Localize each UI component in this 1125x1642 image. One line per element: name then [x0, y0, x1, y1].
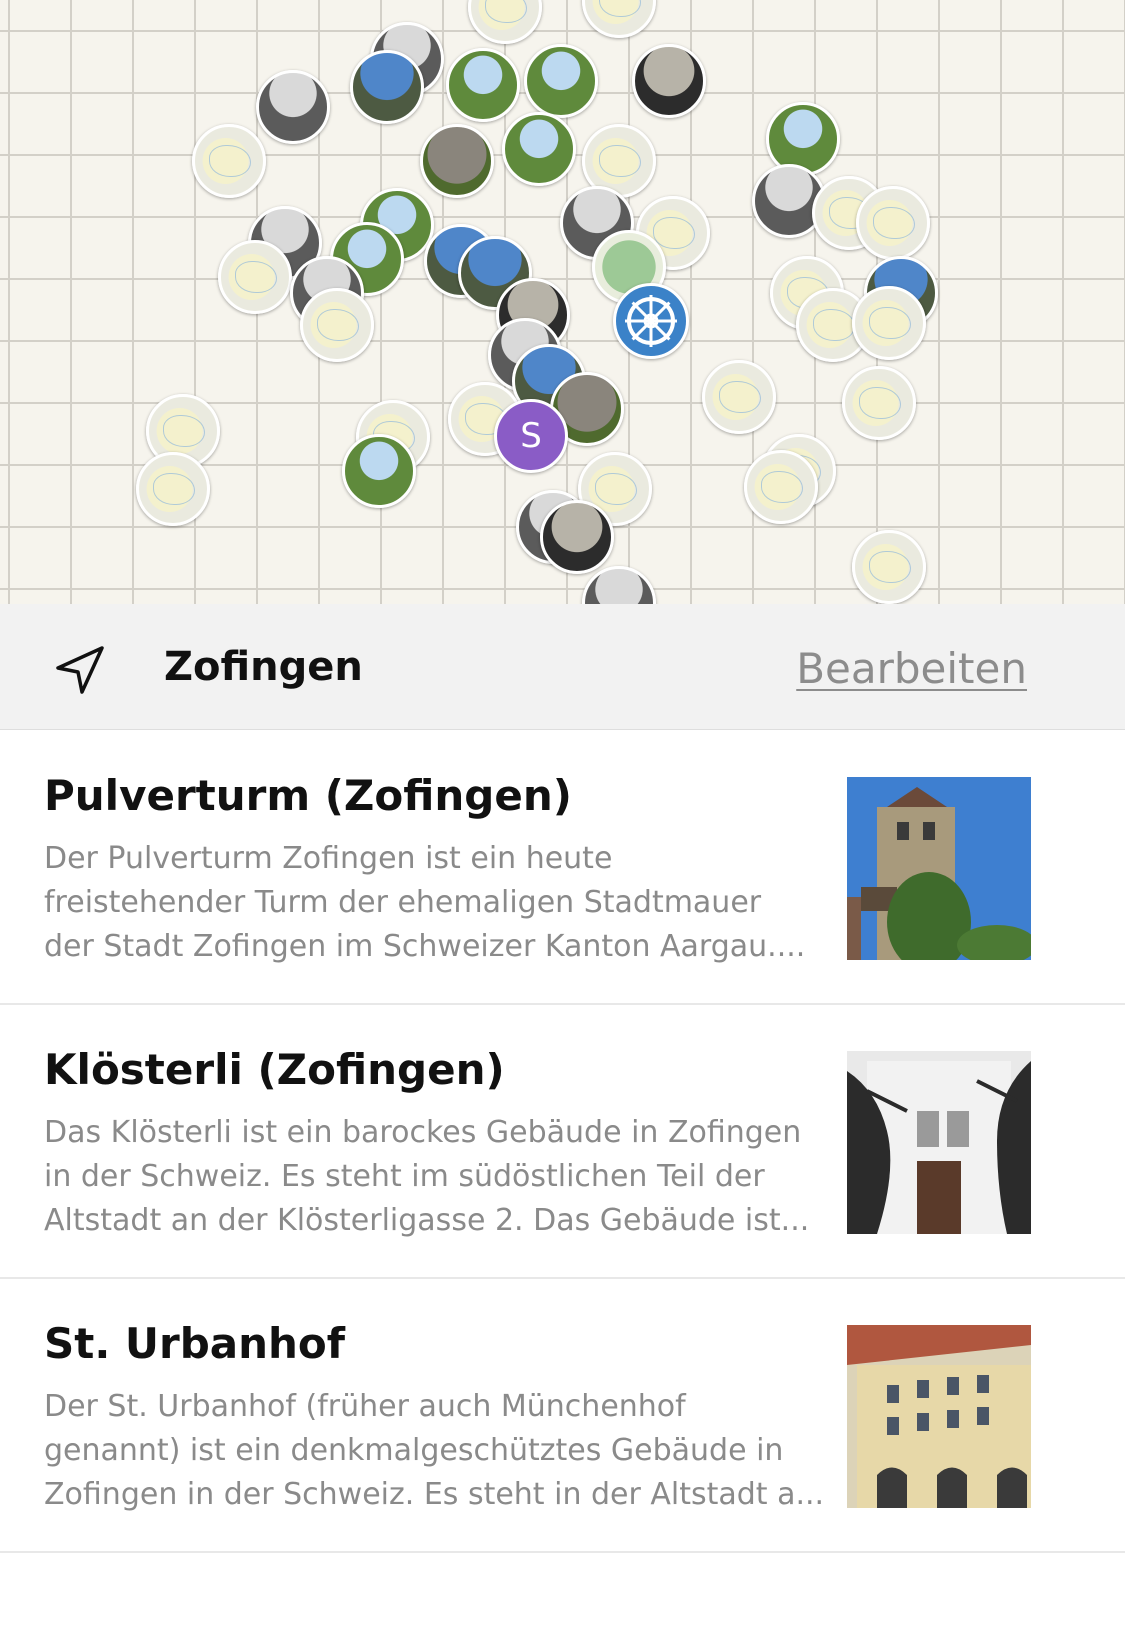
- article-description: Das Klösterli ist ein barockes Gebäude i…: [44, 1111, 824, 1243]
- user-cluster-pin[interactable]: S: [494, 399, 568, 473]
- map-pin[interactable]: [540, 500, 614, 574]
- description-line: in der Schweiz. Es steht im südöstlichen…: [44, 1159, 765, 1194]
- edit-button[interactable]: Bearbeiten: [796, 644, 1027, 693]
- map-pin[interactable]: [852, 530, 926, 604]
- map-pin[interactable]: [502, 112, 576, 186]
- map-pin[interactable]: [300, 288, 374, 362]
- article-thumbnail: [847, 777, 1031, 960]
- cluster-letter: S: [520, 416, 542, 456]
- article-title: St. Urbanhof: [44, 1319, 346, 1368]
- map-pin[interactable]: [446, 48, 520, 122]
- description-line: Zofingen in der Schweiz. Es steht in der…: [44, 1477, 824, 1512]
- map-pin[interactable]: [420, 124, 494, 198]
- description-line: genannt) ist ein denkmalgeschütztes Gebä…: [44, 1433, 784, 1468]
- map-pin[interactable]: [136, 452, 210, 526]
- description-line: Der Pulverturm Zofingen ist ein heute: [44, 841, 613, 876]
- map-pin[interactable]: [218, 240, 292, 314]
- map-pin[interactable]: [582, 0, 656, 38]
- description-line: Der St. Urbanhof (früher auch Münchenhof: [44, 1389, 686, 1424]
- article-thumbnail: [847, 1325, 1031, 1508]
- map-pin[interactable]: [852, 286, 926, 360]
- map-pin[interactable]: [192, 124, 266, 198]
- list-item[interactable]: Klösterli (Zofingen) Das Klösterli ist e…: [0, 1005, 1125, 1279]
- article-list: Pulverturm (Zofingen) Der Pulverturm Zof…: [0, 731, 1125, 1553]
- location-title: Zofingen: [164, 644, 363, 690]
- map-pin[interactable]: [842, 366, 916, 440]
- description-line: freistehender Turm der ehemaligen Stadtm…: [44, 885, 762, 920]
- map-pin[interactable]: [342, 434, 416, 508]
- map-view[interactable]: S: [0, 0, 1125, 630]
- article-title: Pulverturm (Zofingen): [44, 771, 572, 820]
- article-thumbnail: [847, 1051, 1031, 1234]
- list-item[interactable]: St. Urbanhof Der St. Urbanhof (früher au…: [0, 1279, 1125, 1553]
- map-pin[interactable]: [468, 0, 542, 44]
- list-item[interactable]: Pulverturm (Zofingen) Der Pulverturm Zof…: [0, 731, 1125, 1005]
- map-pin[interactable]: [632, 44, 706, 118]
- water-wheel-icon: [625, 295, 677, 347]
- article-description: Der St. Urbanhof (früher auch Münchenhof…: [44, 1385, 824, 1517]
- map-pin[interactable]: [744, 450, 818, 524]
- map-pin[interactable]: [702, 360, 776, 434]
- description-line: Das Klösterli ist ein barockes Gebäude i…: [44, 1115, 802, 1150]
- map-pin[interactable]: [856, 186, 930, 260]
- description-line: der Stadt Zofingen im Schweizer Kanton A…: [44, 929, 806, 964]
- map-pin[interactable]: [524, 44, 598, 118]
- map-pin[interactable]: [350, 50, 424, 124]
- article-description: Der Pulverturm Zofingen ist ein heute fr…: [44, 837, 824, 969]
- water-wheel-pin[interactable]: [613, 283, 689, 359]
- description-line: Altstadt an der Klösterligasse 2. Das Ge…: [44, 1203, 810, 1238]
- article-title: Klösterli (Zofingen): [44, 1045, 505, 1094]
- navigation-arrow-icon[interactable]: [52, 642, 108, 698]
- map-pin[interactable]: [256, 70, 330, 144]
